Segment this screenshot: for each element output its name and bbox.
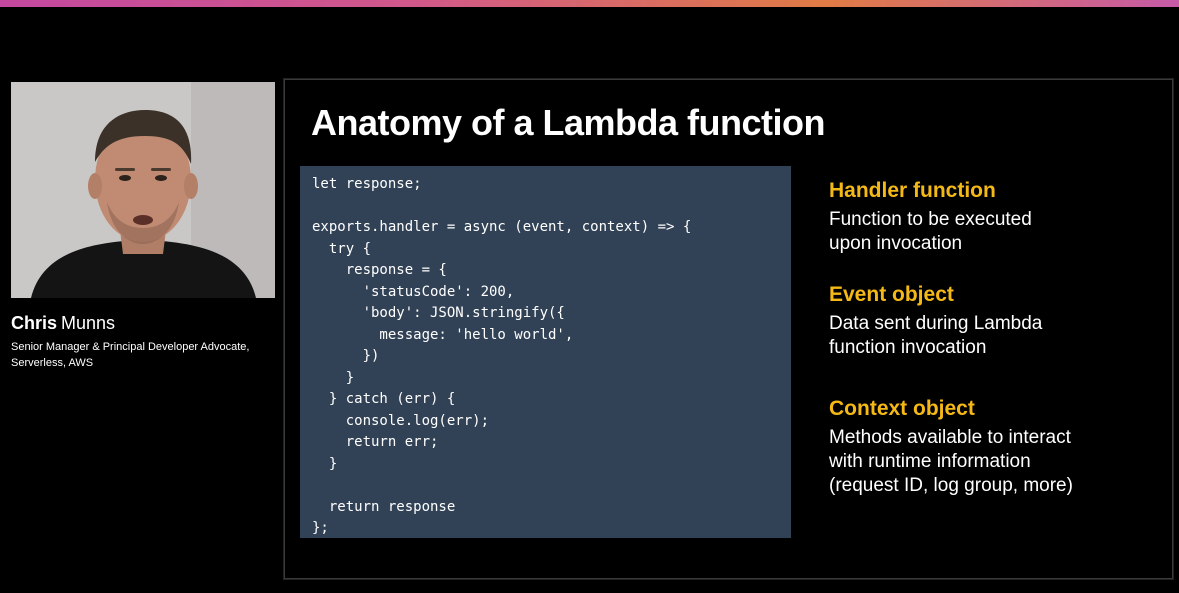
code-snippet: let response; exports.handler = async (e… (312, 176, 692, 536)
feature-description: Methods available to interact with runti… (829, 427, 1073, 496)
feature-description: Data sent during Lambda function invocat… (829, 313, 1043, 358)
feature-handler-function: Handler function Function to be executed… (829, 178, 1149, 256)
speaker-video-feed (11, 82, 275, 298)
speaker-first-name: Chris (11, 313, 58, 333)
slide-title: Anatomy of a Lambda function (311, 102, 826, 143)
feature-description: Function to be executed upon invocation (829, 209, 1032, 254)
speaker-name: Chris Munns (11, 313, 115, 334)
feature-context-object: Context object Methods available to inte… (829, 396, 1149, 498)
feature-title: Event object (829, 283, 954, 306)
code-panel: let response; exports.handler = async (e… (300, 166, 791, 538)
speaker-last-name: Munns (61, 313, 116, 333)
speaker-video-image (11, 82, 275, 298)
speaker-title: Senior Manager & Principal Developer Adv… (11, 341, 250, 369)
top-accent-stripe (0, 0, 1179, 7)
feature-title: Handler function (829, 179, 996, 202)
feature-event-object: Event object Data sent during Lambda fun… (829, 282, 1149, 360)
presentation-slide: Anatomy of a Lambda function let respons… (284, 79, 1173, 579)
feature-title: Context object (829, 397, 975, 420)
